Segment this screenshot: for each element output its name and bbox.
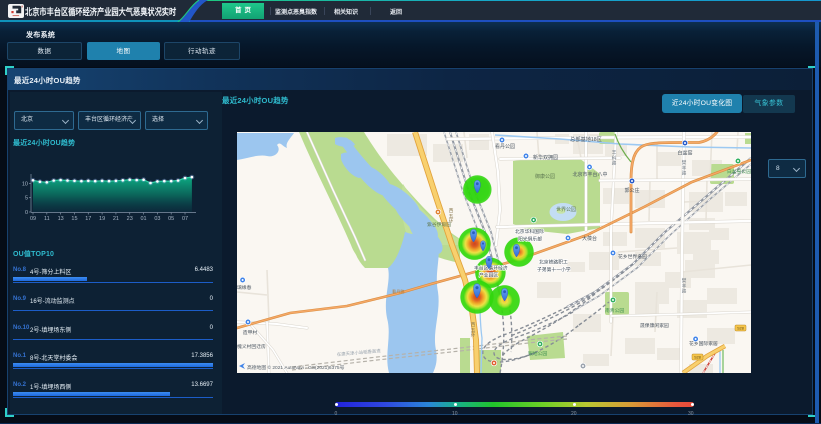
svg-text:白盆窑: 白盆窑	[677, 150, 692, 157]
svg-text:璃缘春: 璃缘春	[237, 284, 252, 291]
svg-text:路: 路	[612, 160, 617, 167]
svg-text:北京市丰台八中: 北京市丰台八中	[572, 171, 607, 178]
svg-text:S28: S28	[694, 356, 701, 360]
svg-text:子弟第十一小学: 子弟第十一小学	[537, 266, 571, 273]
svg-text:0: 0	[25, 210, 28, 216]
svg-text:高德地图 © 2021 AutoNavi - GS(2021: 高德地图 © 2021 AutoNavi - GS(2021)6375号	[247, 364, 345, 371]
svg-text:19: 19	[99, 216, 105, 222]
svg-text:银地公园: 银地公园	[528, 350, 547, 357]
svg-text:路: 路	[682, 288, 687, 295]
svg-text:五: 五	[471, 327, 476, 332]
svg-text:花乡世界名园: 花乡世界名园	[618, 253, 647, 260]
svg-text:白盆窑公园: 白盆窑公园	[727, 168, 751, 175]
svg-text:11: 11	[44, 216, 50, 222]
svg-text:南青公园: 南青公园	[605, 307, 624, 314]
svg-text:紫谷伊甸园: 紫谷伊甸园	[427, 221, 451, 228]
svg-text:10: 10	[22, 181, 28, 187]
svg-text:大葆台: 大葆台	[582, 235, 597, 242]
svg-text:看丹路: 看丹路	[392, 288, 405, 295]
svg-text:御康公园: 御康公园	[535, 173, 555, 180]
svg-text:13: 13	[58, 216, 64, 222]
svg-text:21: 21	[113, 216, 119, 222]
svg-text:造甲村: 造甲村	[243, 329, 258, 336]
svg-text:路: 路	[682, 170, 687, 177]
svg-text:五: 五	[449, 213, 454, 218]
svg-text:07: 07	[182, 216, 188, 222]
svg-text:5: 5	[25, 196, 28, 202]
svg-text:15: 15	[71, 216, 77, 222]
svg-text:北京华科国际: 北京华科国际	[515, 228, 544, 235]
svg-text:晟倮康闲家园: 晟倮康闲家园	[640, 322, 669, 329]
svg-text:看丹公园: 看丹公园	[495, 143, 515, 150]
svg-text:总部基地18区: 总部基地18区	[570, 135, 602, 143]
svg-text:阳光俱乐部: 阳光俱乐部	[518, 236, 542, 243]
svg-text:03: 03	[154, 216, 160, 222]
svg-text:S28: S28	[737, 327, 744, 331]
svg-text:槐义村回迁房: 槐义村回迁房	[237, 343, 266, 350]
svg-text:17: 17	[85, 216, 91, 222]
svg-text:郭公庄: 郭公庄	[624, 187, 639, 194]
svg-text:产业园区: 产业园区	[479, 272, 498, 279]
svg-text:北京铁路职工: 北京铁路职工	[539, 259, 568, 266]
svg-text:新华双拥园: 新华双拥园	[533, 154, 558, 161]
svg-text:23: 23	[127, 216, 133, 222]
svg-text:世界公园: 世界公园	[556, 206, 576, 213]
svg-text:01: 01	[140, 216, 146, 222]
svg-text:09: 09	[30, 216, 36, 222]
svg-text:05: 05	[168, 216, 174, 222]
